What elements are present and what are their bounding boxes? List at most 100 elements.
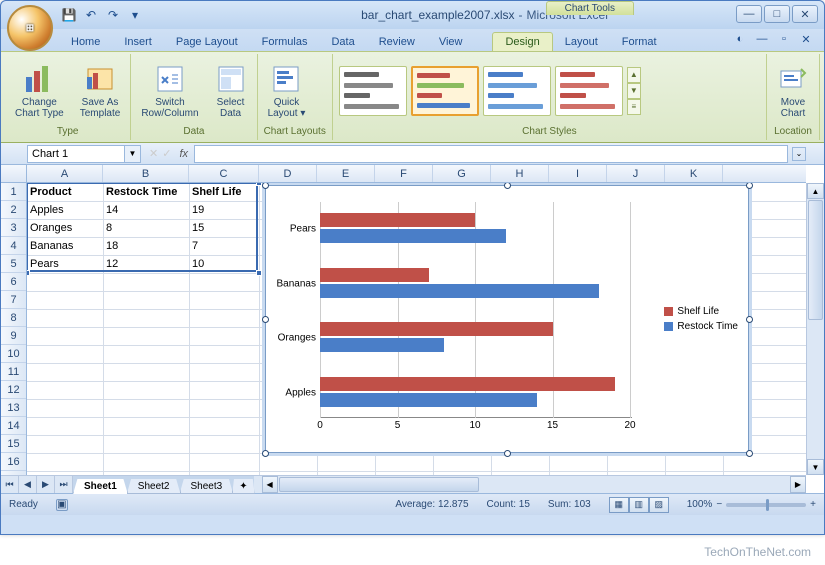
tab-review[interactable]: Review xyxy=(367,33,427,51)
cell[interactable]: Restock Time xyxy=(103,183,189,201)
move-chart-button[interactable]: Move Chart xyxy=(773,61,813,121)
cell[interactable]: 14 xyxy=(103,201,189,219)
row-header[interactable]: 13 xyxy=(1,399,26,417)
column-header[interactable]: I xyxy=(549,165,607,182)
zoom-in-icon[interactable]: + xyxy=(810,499,816,510)
cell[interactable]: Pears xyxy=(27,255,103,273)
cell[interactable]: Shelf Life xyxy=(189,183,259,201)
qat-customize-icon[interactable]: ▾ xyxy=(125,5,145,25)
formula-input[interactable] xyxy=(194,145,788,163)
redo-icon[interactable]: ↷ xyxy=(103,5,123,25)
scroll-down-icon[interactable]: ▼ xyxy=(807,459,824,475)
cell[interactable]: Bananas xyxy=(27,237,103,255)
view-normal-icon[interactable]: ▦ xyxy=(609,497,629,513)
zoom-out-icon[interactable]: − xyxy=(716,499,722,510)
scroll-up-icon[interactable]: ▲ xyxy=(807,183,824,199)
tab-data[interactable]: Data xyxy=(319,33,366,51)
chart-resize-handle[interactable] xyxy=(746,450,753,457)
chart-bar[interactable] xyxy=(320,377,615,391)
column-header[interactable]: D xyxy=(259,165,317,182)
zoom-slider[interactable] xyxy=(726,503,806,507)
legend-item[interactable]: Restock Time xyxy=(664,321,738,332)
tab-view[interactable]: View xyxy=(427,33,475,51)
view-page-break-icon[interactable]: ▨ xyxy=(649,497,669,513)
tab-formulas[interactable]: Formulas xyxy=(250,33,320,51)
chart-resize-handle[interactable] xyxy=(262,316,269,323)
tab-insert[interactable]: Insert xyxy=(112,33,164,51)
chart-resize-handle[interactable] xyxy=(504,183,511,189)
chart-plot-area[interactable]: 05101520PearsBananasOrangesApples xyxy=(320,202,632,418)
column-header[interactable]: F xyxy=(375,165,433,182)
cell[interactable]: 12 xyxy=(103,255,189,273)
row-header[interactable]: 15 xyxy=(1,435,26,453)
cancel-formula-icon[interactable]: ✕ xyxy=(149,147,158,160)
tab-format[interactable]: Format xyxy=(610,33,669,51)
save-icon[interactable]: 💾 xyxy=(59,5,79,25)
vscroll-thumb[interactable] xyxy=(808,200,823,320)
formula-expand-icon[interactable]: ⌄ xyxy=(792,147,806,161)
cell[interactable]: Apples xyxy=(27,201,103,219)
chart-bar[interactable] xyxy=(320,284,599,298)
row-header[interactable]: 8 xyxy=(1,309,26,327)
column-header[interactable]: H xyxy=(491,165,549,182)
row-header[interactable]: 11 xyxy=(1,363,26,381)
chart-legend[interactable]: Shelf Life Restock Time xyxy=(664,302,738,336)
office-button[interactable]: ⊞ xyxy=(7,5,53,51)
chart-bar[interactable] xyxy=(320,213,475,227)
ribbon-minimize-icon[interactable]: — xyxy=(754,31,770,47)
sheet-tab-new[interactable]: ✦ xyxy=(232,479,254,494)
chart-style-1[interactable] xyxy=(339,66,407,116)
row-header[interactable]: 7 xyxy=(1,291,26,309)
row-header[interactable]: 2 xyxy=(1,201,26,219)
row-header[interactable]: 9 xyxy=(1,327,26,345)
ribbon-close-icon[interactable]: ✕ xyxy=(798,31,814,47)
tab-design[interactable]: Design xyxy=(492,32,552,51)
column-header[interactable]: G xyxy=(433,165,491,182)
fx-icon[interactable]: fx xyxy=(179,148,188,160)
ribbon-restore-icon[interactable]: ▫ xyxy=(776,31,792,47)
row-header[interactable]: 5 xyxy=(1,255,26,273)
row-header[interactable]: 12 xyxy=(1,381,26,399)
column-header[interactable]: B xyxy=(103,165,189,182)
sheet-nav-first-icon[interactable]: ⏮ xyxy=(1,476,19,493)
save-as-template-button[interactable]: Save As Template xyxy=(76,61,125,121)
scroll-left-icon[interactable]: ◀ xyxy=(262,476,278,493)
chart-style-2[interactable] xyxy=(411,66,479,116)
chart-resize-handle[interactable] xyxy=(746,316,753,323)
name-box[interactable]: Chart 1 xyxy=(27,145,125,163)
legend-item[interactable]: Shelf Life xyxy=(664,306,738,317)
chart-resize-handle[interactable] xyxy=(746,183,753,189)
row-header[interactable]: 6 xyxy=(1,273,26,291)
minimize-button[interactable]: — xyxy=(736,5,762,23)
column-header[interactable]: A xyxy=(27,165,103,182)
sheet-tab-3[interactable]: Sheet3 xyxy=(180,479,234,494)
cell[interactable]: 19 xyxy=(189,201,259,219)
horizontal-scrollbar[interactable]: ◀ ▶ xyxy=(262,476,806,493)
cell[interactable]: Product xyxy=(27,183,103,201)
cell[interactable]: 15 xyxy=(189,219,259,237)
column-header[interactable]: E xyxy=(317,165,375,182)
undo-icon[interactable]: ↶ xyxy=(81,5,101,25)
name-box-dropdown[interactable]: ▼ xyxy=(125,145,141,163)
column-header[interactable]: J xyxy=(607,165,665,182)
chart-bar[interactable] xyxy=(320,268,429,282)
chart-resize-handle[interactable] xyxy=(504,450,511,457)
row-header[interactable]: 14 xyxy=(1,417,26,435)
embedded-chart[interactable]: Shelf Life Restock Time 05101520PearsBanan… xyxy=(265,185,749,453)
cell[interactable]: 8 xyxy=(103,219,189,237)
zoom-level[interactable]: 100% xyxy=(687,499,713,510)
select-data-button[interactable]: Select Data xyxy=(211,61,251,121)
cell[interactable]: 18 xyxy=(103,237,189,255)
chart-style-4[interactable] xyxy=(555,66,623,116)
chart-resize-handle[interactable] xyxy=(262,183,269,189)
row-header[interactable]: 1 xyxy=(1,183,26,201)
sheet-nav-last-icon[interactable]: ⏭ xyxy=(55,476,73,493)
row-header[interactable]: 10 xyxy=(1,345,26,363)
cell[interactable]: 7 xyxy=(189,237,259,255)
sheet-nav-next-icon[interactable]: ▶ xyxy=(37,476,55,493)
chart-style-3[interactable] xyxy=(483,66,551,116)
sheet-tab-1[interactable]: Sheet1 xyxy=(73,479,128,494)
chart-bar[interactable] xyxy=(320,338,444,352)
chart-bar[interactable] xyxy=(320,322,553,336)
cell-grid[interactable]: ProductRestock TimeShelf LifeApples1419O… xyxy=(27,183,806,475)
